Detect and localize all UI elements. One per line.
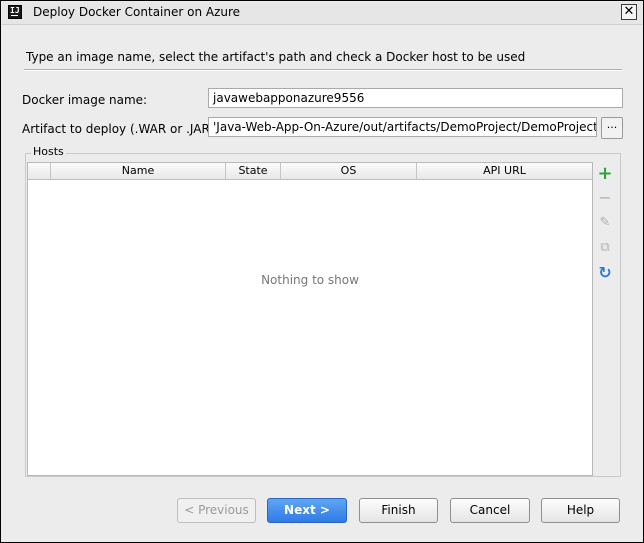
title-bar[interactable]: IJ Deploy Docker Container on Azure ✕	[2, 2, 642, 25]
refresh-hosts-icon[interactable]: ↻	[596, 264, 614, 282]
artifact-path-input[interactable]: 'Java-Web-App-On-Azure/out/artifacts/Dem…	[208, 117, 597, 137]
instruction-text: Type an image name, select the artifact'…	[26, 50, 526, 64]
column-header-state[interactable]: State	[226, 163, 281, 179]
column-header-api-url[interactable]: API URL	[417, 163, 592, 179]
column-header-select[interactable]	[28, 163, 51, 179]
column-header-os[interactable]: OS	[281, 163, 417, 179]
dialog-title: Deploy Docker Container on Azure	[33, 5, 241, 19]
hosts-table[interactable]: Name State OS API URL Nothing to show	[27, 162, 593, 476]
hosts-group-title: Hosts	[31, 145, 66, 158]
column-header-name[interactable]: Name	[51, 163, 226, 179]
edit-host-icon[interactable]: ✎	[596, 214, 614, 232]
next-button[interactable]: Next >	[267, 498, 347, 523]
finish-button[interactable]: Finish	[359, 498, 438, 523]
intellij-idea-icon: IJ	[8, 5, 22, 19]
artifact-label: Artifact to deploy (.WAR or .JAR):	[22, 122, 219, 136]
view-host-icon[interactable]: ⧉	[596, 239, 614, 257]
image-name-label: Docker image name:	[22, 93, 148, 107]
hosts-table-header: Name State OS API URL	[28, 163, 592, 180]
close-button[interactable]: ✕	[621, 4, 637, 20]
help-button[interactable]: Help	[541, 498, 620, 523]
dialog-window: IJ Deploy Docker Container on Azure ✕ Ty…	[0, 0, 644, 543]
previous-button[interactable]: < Previous	[177, 498, 256, 523]
image-name-input[interactable]: javawebapponazure9556	[208, 88, 623, 108]
browse-artifact-button[interactable]: ...	[601, 117, 623, 139]
header-separator	[24, 69, 622, 71]
empty-table-message: Nothing to show	[261, 273, 359, 287]
add-host-icon[interactable]: +	[596, 165, 614, 183]
remove-host-icon[interactable]: −	[596, 189, 614, 207]
cancel-button[interactable]: Cancel	[450, 498, 530, 523]
